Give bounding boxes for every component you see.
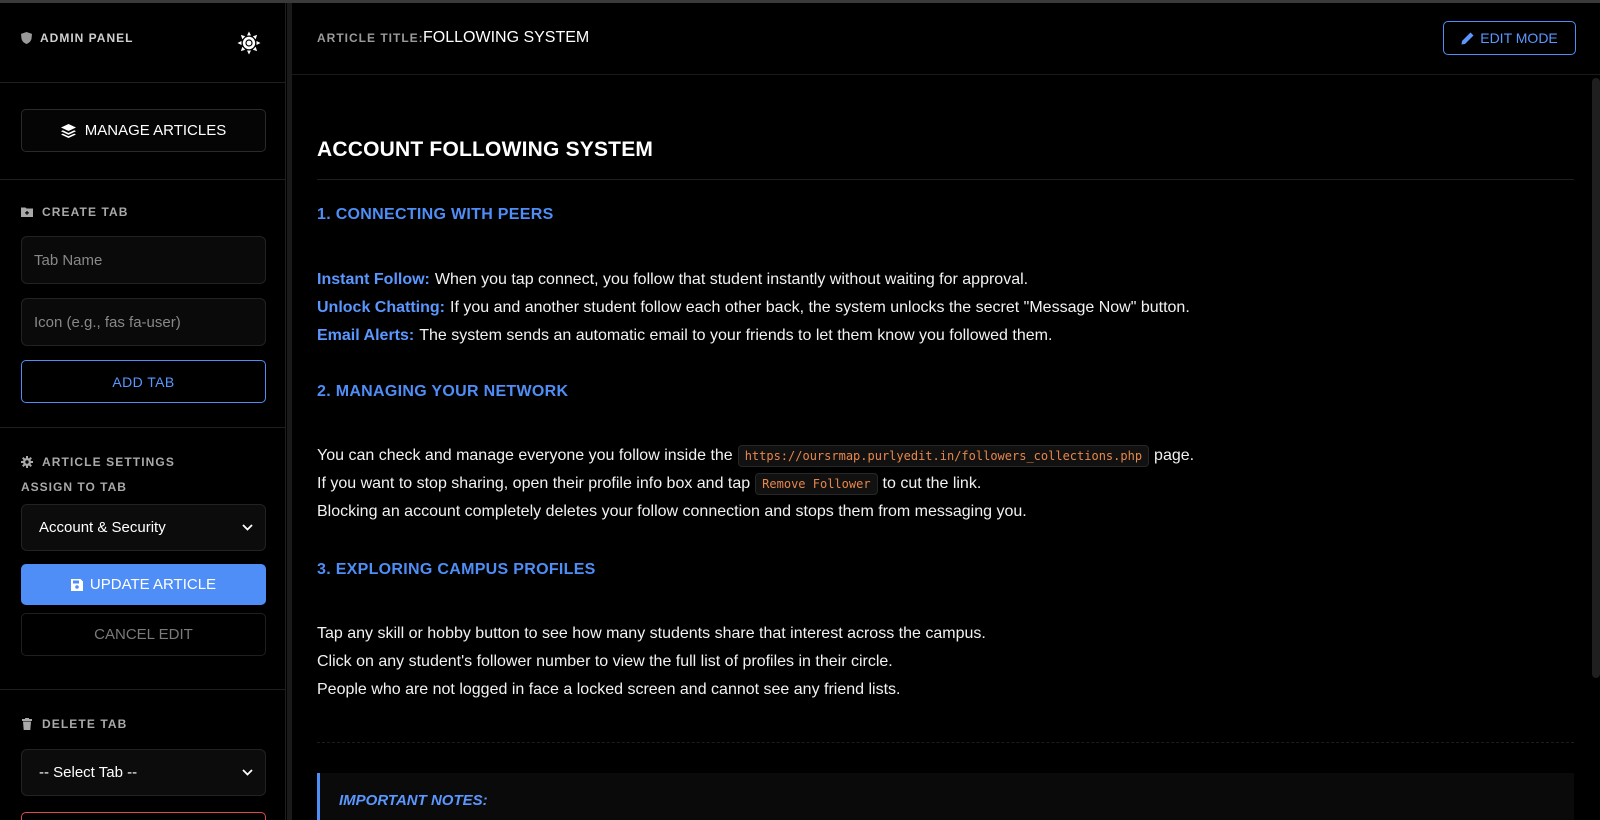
add-tab-button[interactable]: ADD TAB (21, 360, 266, 403)
paragraph-line: People who are not logged in face a lock… (317, 681, 901, 698)
inline-code: https://oursrmap.purlyedit.in/followers_… (737, 445, 1150, 467)
paragraph-line: Instant Follow: When you tap connect, yo… (317, 271, 1029, 288)
inline-code: Remove Follower (755, 473, 878, 495)
notes-heading: IMPORTANT NOTES: (339, 792, 488, 809)
manage-articles-label: MANAGE ARTICLES (84, 122, 227, 139)
delete-tab-heading: DELETE TAB (21, 716, 264, 732)
trash-icon (22, 718, 32, 730)
shield-icon (21, 32, 32, 44)
chevron-down-icon (242, 769, 253, 776)
save-icon (70, 578, 83, 591)
paragraph-line: Click on any student's follower number t… (317, 653, 893, 670)
sidebar-header: ADMIN PANEL (0, 3, 285, 83)
update-article-button[interactable]: UPDATE ARTICLE (21, 564, 266, 605)
paragraph-line: Email Alerts: The system sends an automa… (317, 327, 1053, 344)
edit-mode-button[interactable]: EDIT MODE (1443, 21, 1576, 55)
pencil-icon (1461, 32, 1474, 44)
article-settings-heading: ARTICLE SETTINGS (21, 454, 264, 470)
article-heading: ACCOUNT FOLLOWING SYSTEM (317, 138, 654, 161)
assign-to-tab-label: ASSIGN TO TAB (21, 480, 127, 494)
important-notes-box: IMPORTANT NOTES: (317, 773, 1574, 820)
create-tab-section: CREATE TAB Tab Name Icon (e.g., fas fa-u… (0, 180, 285, 428)
brand-label: ADMIN PANEL (40, 31, 134, 45)
create-tab-heading: CREATE TAB (21, 204, 264, 220)
keyword: Unlock Chatting: (317, 299, 445, 316)
tab-icon-input[interactable]: Icon (e.g., fas fa-user) (21, 298, 266, 346)
sidebar: ADMIN PANEL MANAGE ARTICLES CREATE TAB T… (0, 3, 286, 820)
article-title-label: ARTICLE TITLE: (317, 31, 424, 45)
paragraph-line: Blocking an account completely deletes y… (317, 503, 1027, 520)
keyword: Email Alerts: (317, 327, 415, 344)
section-heading-3: 3. EXPLORING CAMPUS PROFILES (317, 561, 596, 578)
keyword: Instant Follow: (317, 271, 430, 288)
divider (317, 179, 1574, 180)
article-settings-section: ARTICLE SETTINGS ASSIGN TO TAB Account &… (0, 428, 285, 690)
article-title-value: FOLLOWING SYSTEM (423, 29, 590, 46)
delete-tab-button[interactable] (21, 812, 266, 820)
brand: ADMIN PANEL (21, 31, 133, 45)
paragraph-line: If you want to stop sharing, open their … (317, 473, 981, 495)
cancel-edit-button[interactable]: CANCEL EDIT (21, 613, 266, 656)
manage-section: MANAGE ARTICLES (0, 83, 285, 180)
paragraph-line: Tap any skill or hobby button to see how… (317, 625, 986, 642)
main-scrollbar[interactable] (1592, 78, 1600, 678)
theme-toggle-sun-icon[interactable] (237, 31, 261, 55)
section-heading-1: 1. CONNECTING WITH PEERS (317, 206, 554, 223)
paragraph-line: You can check and manage everyone you fo… (317, 445, 1194, 467)
article-topbar: ARTICLE TITLE: FOLLOWING SYSTEM EDIT MOD… (292, 3, 1600, 75)
divider-dashed (317, 742, 1574, 743)
assign-tab-select[interactable]: Account & Security (21, 504, 266, 551)
layers-icon (60, 123, 76, 138)
paragraph-line: Unlock Chatting: If you and another stud… (317, 299, 1190, 316)
main-panel: ARTICLE TITLE: FOLLOWING SYSTEM EDIT MOD… (292, 3, 1600, 820)
gear-icon (21, 456, 33, 468)
delete-tab-select[interactable]: -- Select Tab -- (21, 749, 266, 796)
tab-name-input[interactable]: Tab Name (21, 236, 266, 284)
section-heading-2: 2. MANAGING YOUR NETWORK (317, 383, 569, 400)
manage-articles-button[interactable]: MANAGE ARTICLES (21, 109, 266, 152)
folder-plus-icon (21, 207, 33, 217)
delete-tab-section: DELETE TAB -- Select Tab -- (0, 690, 285, 820)
chevron-down-icon (242, 524, 253, 531)
